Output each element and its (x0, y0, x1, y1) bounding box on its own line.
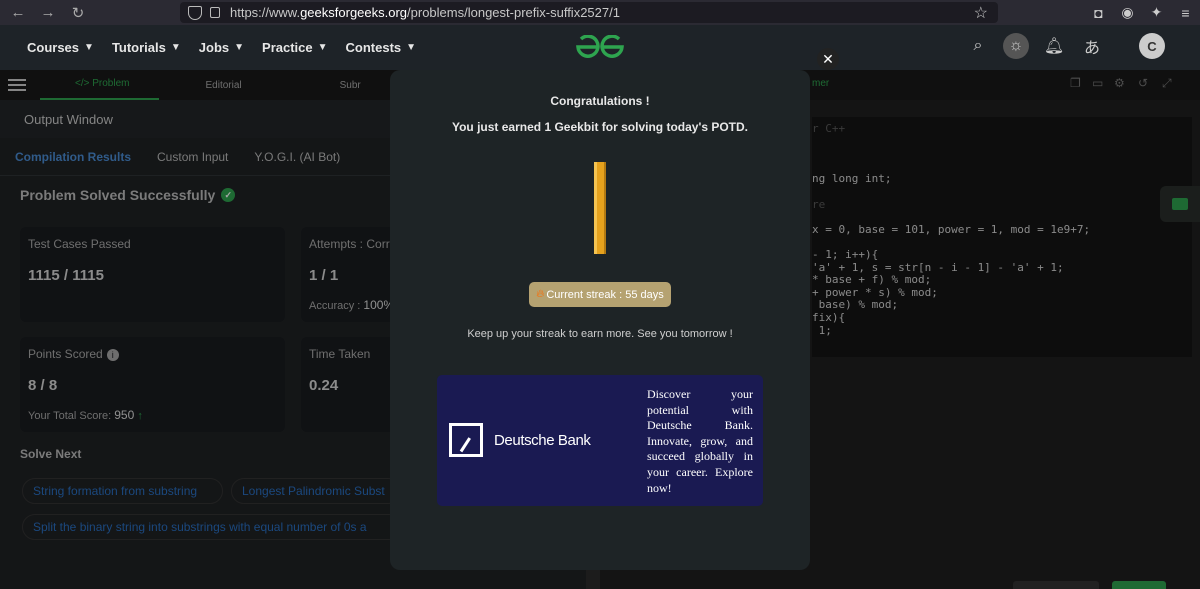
chevron-down-icon: ▼ (234, 42, 245, 53)
forward-icon[interactable]: → (36, 0, 60, 25)
fire-icon: 🔥︎ (536, 288, 545, 300)
url-prefix: https://www. (230, 5, 301, 20)
potd-success-modal: Congratulations ! You just earned 1 Geek… (390, 70, 810, 570)
menu-label: Jobs (198, 40, 230, 55)
menu-label: Contests (345, 40, 402, 55)
streak-badge: 🔥︎ Current streak : 55 days (529, 282, 671, 307)
site-navbar: Courses ▼ Tutorials ▼ Jobs ▼ Practice ▼ Cont… (0, 25, 1200, 70)
search-icon[interactable]: ⌕ (965, 33, 991, 59)
back-icon[interactable]: ← (6, 0, 30, 25)
menu-courses[interactable]: Courses ▼ (27, 40, 94, 55)
menu-label: Practice (262, 40, 313, 55)
chevron-down-icon: ▼ (170, 42, 181, 53)
keep-up-text: Keep up your streak to earn more. See yo… (467, 328, 733, 340)
menu-contests[interactable]: Contests ▼ (346, 40, 417, 55)
url-host: geeksforgeeks.org (300, 5, 408, 20)
lock-icon (210, 7, 220, 18)
chevron-down-icon: ▼ (406, 42, 417, 53)
menu-label: Tutorials (111, 40, 166, 55)
modal-title: Congratulations ! (550, 94, 650, 108)
translate-icon[interactable]: あ (1079, 33, 1105, 59)
deutsche-bank-ad[interactable]: Deutsche Bank Discover your potential wi… (437, 375, 763, 506)
close-icon[interactable]: ✕ (817, 48, 839, 70)
ad-brand: Deutsche Bank (494, 432, 591, 449)
main-menu: Courses ▼ Tutorials ▼ Jobs ▼ Practice ▼ Cont… (27, 40, 434, 55)
pocket-icon[interactable]: ◘ (1084, 5, 1113, 21)
bookmark-star-icon[interactable]: ☆ (974, 3, 988, 23)
bell-icon[interactable]: 🔔︎ (1041, 33, 1067, 59)
streak-text: Current streak : 55 days (546, 288, 664, 301)
url-path: /problems/longest-prefix-suffix2527/1 (407, 5, 620, 20)
ad-text: Discover your potential with Deutsche Ba… (647, 387, 753, 495)
menu-tutorials[interactable]: Tutorials ▼ (112, 40, 181, 55)
chevron-down-icon: ▼ (317, 42, 328, 53)
avatar[interactable]: C (1139, 33, 1165, 59)
url-bar[interactable]: https://www. geeksforgeeks.org/problems/l… (180, 2, 998, 23)
account-icon[interactable]: ◉ (1113, 4, 1142, 21)
chevron-down-icon: ▼ (84, 42, 94, 53)
reload-icon[interactable]: ↻ (66, 0, 90, 25)
menu-practice[interactable]: Practice ▼ (262, 40, 328, 55)
gfg-logo-icon[interactable] (574, 35, 626, 59)
shield-icon (188, 5, 202, 20)
menu-label: Courses (27, 40, 80, 55)
browser-toolbar: ← → ↻ https://www. geeksforgeeks.org/prob… (0, 0, 1200, 25)
theme-toggle-icon[interactable]: ☼ (1003, 33, 1029, 59)
deutsche-bank-logo-icon (449, 423, 483, 457)
overflow-menu-icon[interactable]: ≡ (1171, 5, 1200, 21)
menu-jobs[interactable]: Jobs ▼ (199, 40, 244, 55)
geekbit-coin-icon (594, 162, 606, 254)
modal-subtitle: You just earned 1 Geekbit for solving to… (451, 120, 749, 134)
extensions-icon[interactable]: ✦ (1142, 4, 1171, 21)
